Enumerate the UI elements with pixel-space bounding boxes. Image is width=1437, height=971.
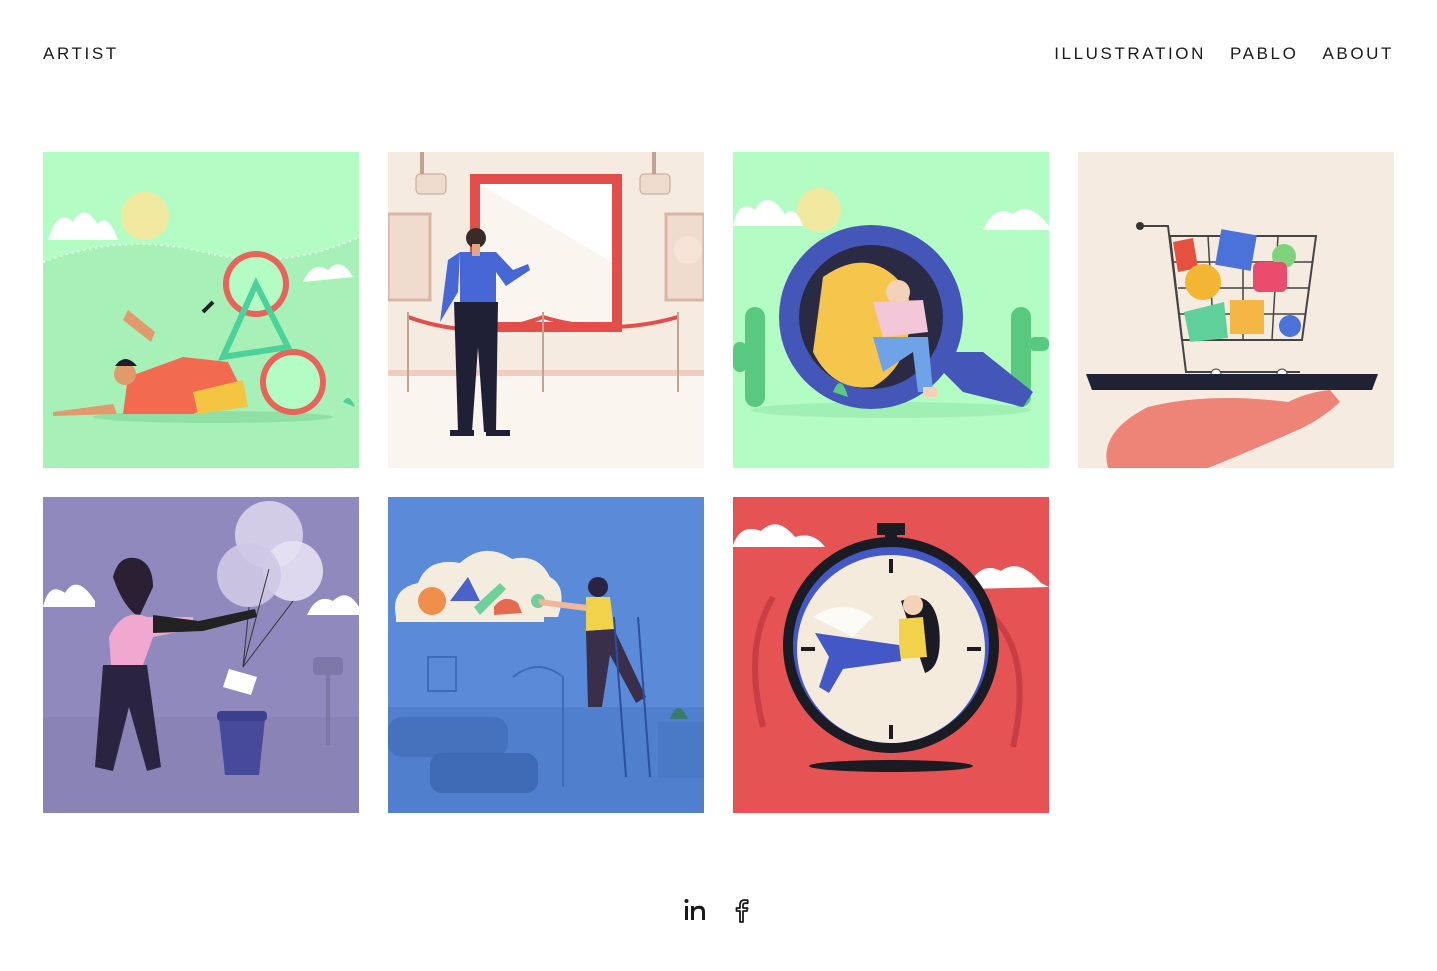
cyclist-illustration bbox=[43, 152, 359, 468]
cloud-illustration bbox=[388, 497, 704, 813]
nav-pablo[interactable]: PABLO bbox=[1230, 44, 1298, 64]
social-links bbox=[0, 896, 1437, 924]
brand-logo-link[interactable]: ARTIST bbox=[43, 44, 119, 64]
nav-about[interactable]: ABOUT bbox=[1322, 44, 1394, 64]
gallery-tile-cart[interactable] bbox=[1078, 152, 1394, 468]
linkedin-link[interactable] bbox=[683, 896, 709, 924]
magnifier-illustration bbox=[733, 152, 1049, 468]
stopwatch-illustration bbox=[733, 497, 1049, 813]
gallery-tile-cyclist[interactable] bbox=[43, 152, 359, 468]
cart-illustration bbox=[1078, 152, 1394, 468]
gallery-tile-museum[interactable] bbox=[388, 152, 704, 468]
linkedin-icon bbox=[684, 899, 705, 920]
museum-illustration bbox=[388, 152, 704, 468]
site-header: ARTIST ILLUSTRATION PABLO ABOUT bbox=[0, 0, 1437, 110]
gallery-tile-stopwatch[interactable] bbox=[733, 497, 1049, 813]
facebook-link[interactable] bbox=[729, 896, 755, 924]
gallery-tile-cloud[interactable] bbox=[388, 497, 704, 813]
gallery-tile-magnifier[interactable] bbox=[733, 152, 1049, 468]
gallery-tile-balloons[interactable] bbox=[43, 497, 359, 813]
balloons-illustration bbox=[43, 497, 359, 813]
main-nav: ILLUSTRATION PABLO ABOUT bbox=[1054, 44, 1394, 64]
nav-illustration[interactable]: ILLUSTRATION bbox=[1054, 44, 1206, 64]
facebook-icon bbox=[735, 899, 749, 923]
